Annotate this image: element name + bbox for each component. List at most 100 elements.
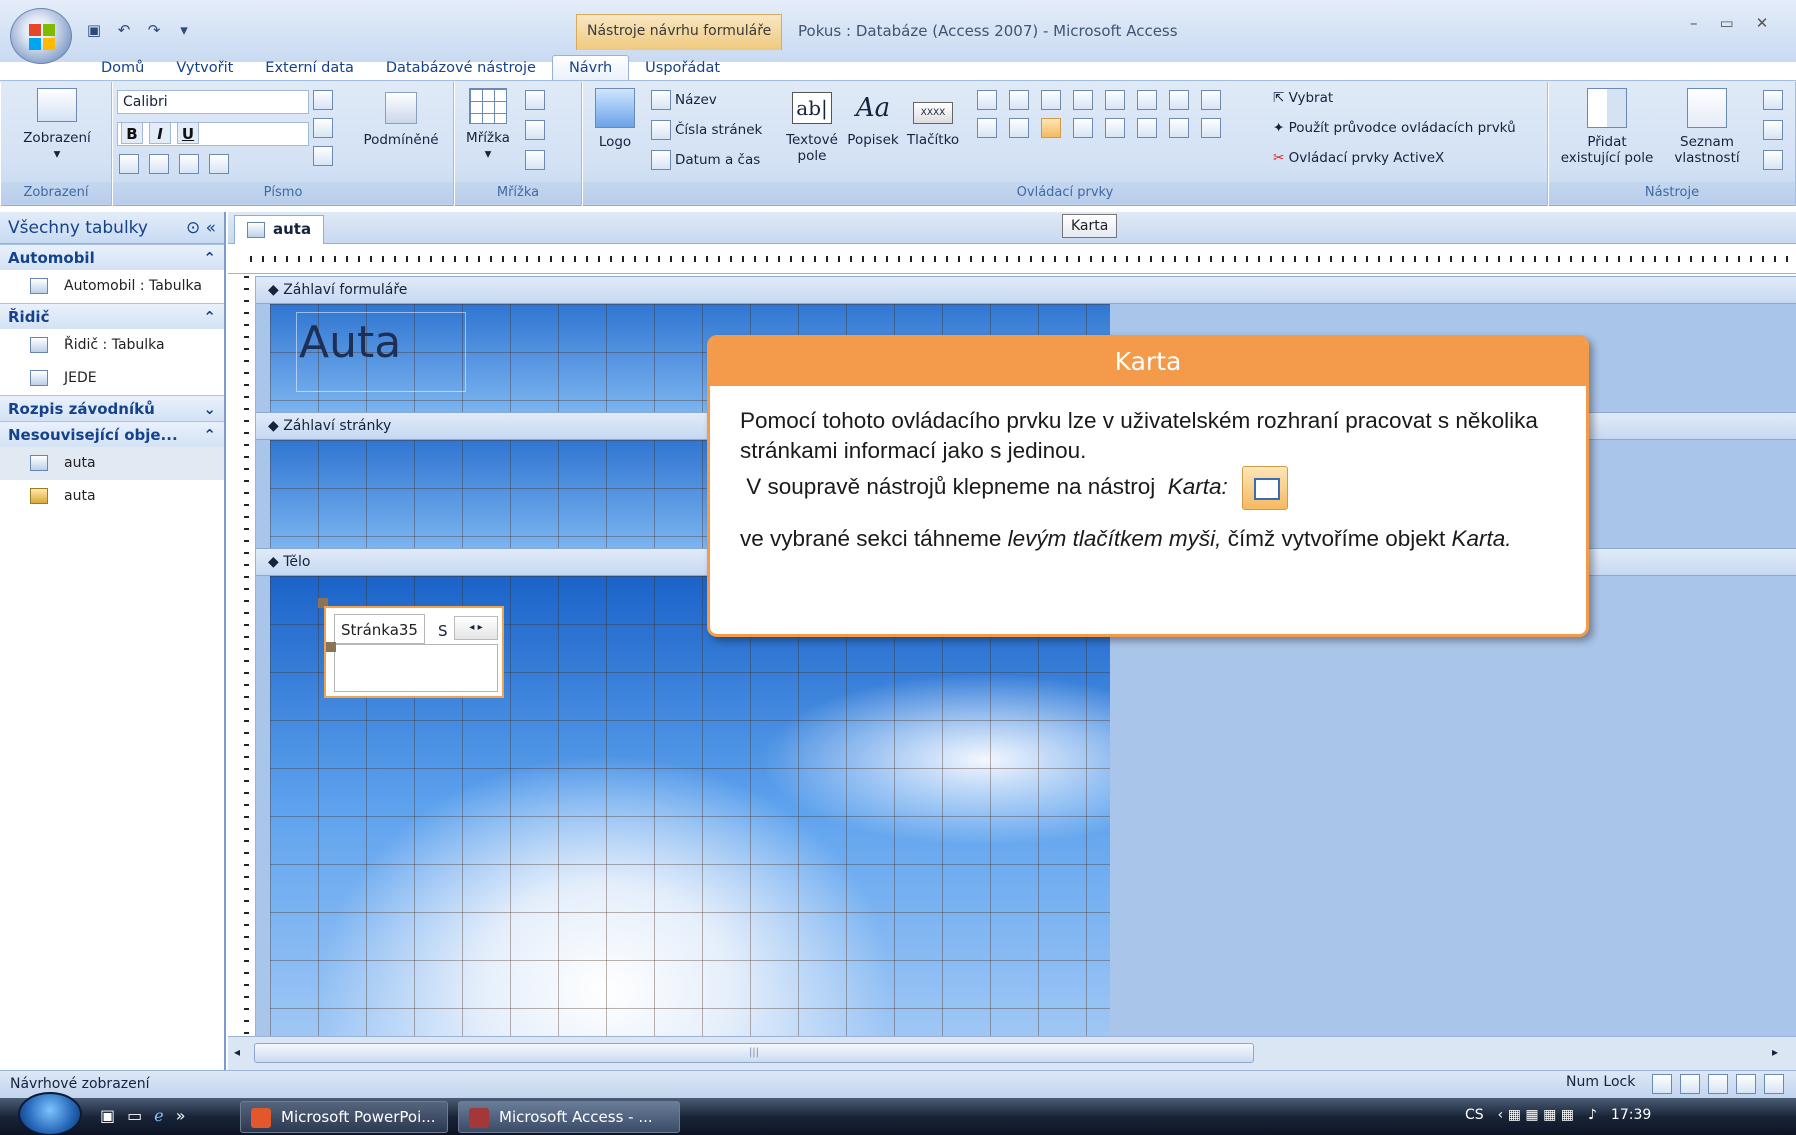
- attachment-icon[interactable]: [1201, 118, 1221, 138]
- tab-databazove-nastroje[interactable]: Databázové nástroje: [370, 56, 552, 82]
- underline-button[interactable]: U: [177, 122, 199, 144]
- conditional-format-button[interactable]: Podmíněné: [361, 92, 441, 148]
- use-wizards-button[interactable]: ✦ Použít průvodce ovládacích prvků: [1273, 120, 1516, 136]
- option-group-icon[interactable]: [1073, 90, 1093, 110]
- internet-explorer-icon[interactable]: ℯ: [154, 1106, 163, 1125]
- textbox-button[interactable]: ab| Textové pole: [783, 92, 841, 164]
- tab-vytvorit[interactable]: Vytvořit: [160, 56, 249, 82]
- rectangle-icon[interactable]: [977, 118, 997, 138]
- gridlines-icon[interactable]: [313, 146, 333, 166]
- italic-button[interactable]: I: [149, 122, 171, 144]
- switch-windows-icon[interactable]: ▭: [127, 1106, 142, 1125]
- nav-item-automobil-tabulka[interactable]: Automobil : Tabulka: [0, 270, 224, 303]
- align-left-icon[interactable]: [119, 154, 139, 174]
- bound-object-icon[interactable]: [1137, 118, 1157, 138]
- close-button[interactable]: ✕: [1756, 14, 1769, 32]
- property-sheet-button[interactable]: Seznam vlastností: [1659, 88, 1755, 166]
- view-code-icon[interactable]: [1763, 120, 1783, 140]
- font-size-combo[interactable]: 11: [117, 122, 309, 146]
- vertical-ruler[interactable]: [238, 276, 256, 1036]
- tab-scroll-arrows-icon[interactable]: ◂ ▸: [454, 616, 498, 640]
- option-button-icon[interactable]: [1169, 118, 1189, 138]
- logo-button[interactable]: Logo: [591, 88, 639, 150]
- undo-icon[interactable]: ↶: [114, 20, 134, 40]
- pivot-chart-icon[interactable]: [1736, 1074, 1756, 1094]
- clock[interactable]: 17:39: [1611, 1107, 1651, 1123]
- toggle-button-icon[interactable]: [1201, 90, 1221, 110]
- maximize-button[interactable]: ▭: [1720, 14, 1734, 32]
- form-title-label[interactable]: Auta: [296, 312, 466, 392]
- date-time-button[interactable]: Datum a čas: [651, 150, 760, 170]
- language-indicator[interactable]: CS: [1465, 1107, 1484, 1123]
- format-painter-icon[interactable]: [209, 154, 229, 174]
- font-name-combo[interactable]: Calibri: [117, 90, 309, 114]
- volume-icon[interactable]: ♪: [1588, 1107, 1597, 1123]
- more-icon[interactable]: »: [176, 1106, 186, 1125]
- label-button[interactable]: Aa Popisek: [847, 92, 899, 148]
- nav-item-auta-macro[interactable]: auta: [0, 480, 224, 513]
- design-view-icon[interactable]: [1764, 1074, 1784, 1094]
- page-break-icon[interactable]: [1041, 90, 1061, 110]
- code-icon[interactable]: [1763, 90, 1783, 110]
- combo-box-icon[interactable]: [977, 90, 997, 110]
- save-icon[interactable]: ▣: [84, 20, 104, 40]
- align-center-icon[interactable]: [149, 154, 169, 174]
- tab-domu[interactable]: Domů: [85, 56, 160, 82]
- office-button[interactable]: [10, 8, 72, 64]
- horizontal-scrollbar[interactable]: ◂ ||| ▸: [228, 1036, 1796, 1070]
- checkbox-icon[interactable]: [1009, 118, 1029, 138]
- list-box-icon[interactable]: [1137, 90, 1157, 110]
- customize-qat-icon[interactable]: ▾: [174, 20, 194, 40]
- nav-group-nesouvisejici[interactable]: Nesouvisející obje... ⌃: [0, 421, 224, 447]
- nav-item-jede[interactable]: JEDE: [0, 362, 224, 395]
- minimize-button[interactable]: –: [1690, 14, 1698, 32]
- pivot-table-icon[interactable]: [1708, 1074, 1728, 1094]
- tab-navrh[interactable]: Návrh: [551, 55, 630, 82]
- tab-page-2[interactable]: S: [434, 618, 456, 644]
- tab-usporadat[interactable]: Uspořádat: [629, 56, 736, 82]
- line-width-icon[interactable]: [525, 90, 545, 110]
- resize-handle[interactable]: [326, 642, 336, 652]
- start-button[interactable]: [18, 1092, 82, 1135]
- tab-externi-data[interactable]: Externí data: [249, 56, 370, 82]
- align-right-icon[interactable]: [179, 154, 199, 174]
- nav-item-ridic-tabulka[interactable]: Řidič : Tabulka: [0, 329, 224, 362]
- scrollbar-thumb[interactable]: |||: [254, 1043, 1254, 1063]
- section-form-header[interactable]: ◆ Záhlaví formuláře: [256, 276, 1796, 304]
- tab-control-icon[interactable]: [1041, 118, 1061, 138]
- chevron-up-icon[interactable]: ⌃: [203, 308, 216, 326]
- scroll-left-icon[interactable]: ◂: [234, 1045, 240, 1059]
- subform-icon[interactable]: [1169, 90, 1189, 110]
- chevron-down-icon[interactable]: ⌄: [203, 400, 216, 418]
- show-desktop-icon[interactable]: ▣: [100, 1106, 115, 1125]
- view-button[interactable]: Zobrazení ▾: [7, 88, 107, 162]
- bold-button[interactable]: B: [121, 122, 143, 144]
- convert-macros-icon[interactable]: [1763, 150, 1783, 170]
- hyperlink-icon[interactable]: [1105, 118, 1125, 138]
- redo-icon[interactable]: ↷: [144, 20, 164, 40]
- activex-button[interactable]: ✂ Ovládací prvky ActiveX: [1273, 150, 1444, 166]
- insert-chart-icon[interactable]: [1105, 90, 1125, 110]
- chevron-up-icon[interactable]: ⌃: [203, 426, 216, 444]
- task-powerpoint[interactable]: Microsoft PowerPoi...: [240, 1101, 448, 1133]
- form-view-icon[interactable]: [1652, 1074, 1672, 1094]
- tray-icons[interactable]: ‹ ▦ ▦ ▦ ▦: [1498, 1107, 1574, 1123]
- task-access[interactable]: Microsoft Access - ...: [458, 1101, 680, 1133]
- chevron-up-icon[interactable]: ⌃: [203, 249, 216, 267]
- line-color-icon[interactable]: [525, 150, 545, 170]
- select-button[interactable]: ⇱ Vybrat: [1273, 90, 1333, 106]
- page-numbers-button[interactable]: Čísla stránek: [651, 120, 762, 140]
- line-style-icon[interactable]: [525, 120, 545, 140]
- tab-page-1[interactable]: Stránka35: [334, 614, 425, 644]
- line-icon[interactable]: [1009, 90, 1029, 110]
- document-tab-auta[interactable]: auta: [234, 215, 325, 244]
- nav-header[interactable]: Všechny tabulky ⊙ «: [0, 212, 224, 244]
- nav-item-auta-form[interactable]: auta: [0, 447, 224, 480]
- datasheet-view-icon[interactable]: [1680, 1074, 1700, 1094]
- nav-collapse-icon[interactable]: ⊙ «: [186, 218, 216, 238]
- add-existing-fields-button[interactable]: Přidat existující pole: [1557, 88, 1657, 166]
- title-button[interactable]: Název: [651, 90, 717, 110]
- fill-color-icon[interactable]: [313, 118, 333, 138]
- nav-group-ridic[interactable]: Řidič ⌃: [0, 303, 224, 329]
- tab-control[interactable]: Stránka35 S ◂ ▸: [324, 606, 504, 698]
